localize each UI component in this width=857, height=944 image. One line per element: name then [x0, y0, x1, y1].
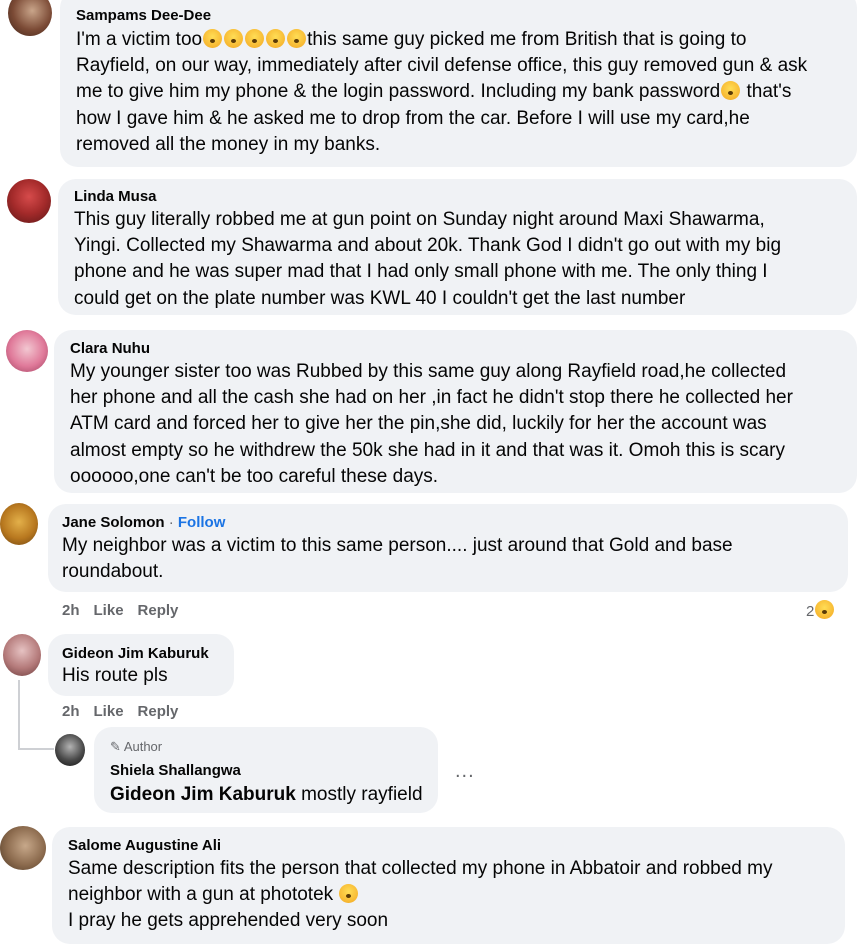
comment-text: This guy literally robbed me at gun poin…: [74, 207, 781, 312]
sad-emoji-icon: [721, 81, 741, 101]
comment-text-line: me to give him my phone & the login pass…: [76, 81, 721, 103]
follow-button[interactable]: Follow: [178, 514, 226, 531]
comment-text-line: how I gave him & he asked me to drop fro…: [76, 107, 750, 129]
comment-text-line: phone and he was super mad that I had on…: [74, 261, 768, 283]
more-options-icon[interactable]: ...: [455, 760, 475, 783]
crying-emoji-icon: [266, 29, 286, 48]
comment-text-line: almost empty so he withdrew the 50k she …: [70, 439, 785, 461]
sad-reaction-icon: [815, 600, 835, 619]
mention-link[interactable]: Gideon Jim Kaburuk: [110, 784, 296, 805]
comment-author-name[interactable]: Salome Augustine Ali: [68, 837, 221, 854]
avatar[interactable]: [55, 734, 85, 766]
reaction-summary[interactable]: 2: [806, 600, 835, 620]
comment-author-line: Jane Solomon · Follow: [62, 514, 225, 531]
pencil-icon: ✎: [110, 739, 121, 754]
comment-text-line: I pray he gets apprehended very soon: [68, 910, 389, 932]
comment-actions: 2h Like Reply: [62, 703, 192, 720]
crying-emoji-icon: [287, 29, 307, 48]
comment-text-line: My neighbor was a victim to this same pe…: [62, 535, 733, 556]
comment-text-line: oooooo,one can't be too careful these da…: [70, 465, 439, 487]
comment-text: I'm a victim too this same guy picked me …: [76, 27, 807, 158]
avatar[interactable]: [0, 826, 46, 870]
crying-emoji-icon: [245, 29, 265, 48]
crying-emoji-icon: [224, 29, 244, 48]
author-badge-label: Author: [123, 739, 163, 754]
comment-text-line: could get on the plate number was KWL 40…: [74, 287, 686, 309]
comment-text-line: mostly rayfield: [301, 784, 423, 805]
like-button[interactable]: Like: [94, 703, 124, 720]
comment-author-name[interactable]: Gideon Jim Kaburuk: [62, 645, 209, 662]
comment-text-line: this same guy picked me from British tha…: [307, 29, 747, 50]
avatar[interactable]: [0, 503, 38, 545]
comment-text-line: His route pls: [62, 665, 168, 686]
comment-author-name[interactable]: Shiela Shallangwa: [110, 762, 241, 779]
reply-thread-line: [18, 680, 20, 750]
author-badge: ✎ Author: [110, 739, 162, 755]
comment-actions: 2h Like Reply: [62, 602, 192, 619]
comment-text: His route pls: [62, 663, 168, 689]
comment-text-line: My younger sister too was Rubbed by this…: [70, 361, 787, 382]
comment-text: Gideon Jim Kaburuk mostly rayfield: [110, 782, 423, 808]
comment-text-line: Yingi. Collected my Shawarma and about 2…: [74, 235, 782, 257]
comment-text: My neighbor was a victim to this same pe…: [62, 533, 733, 585]
sad-emoji-icon: [339, 884, 359, 904]
reply-button[interactable]: Reply: [138, 602, 179, 619]
comment-text-line: removed all the money in my banks.: [76, 133, 381, 155]
comment-text: My younger sister too was Rubbed by this…: [70, 359, 793, 490]
comment-timestamp[interactable]: 2h: [62, 703, 80, 720]
comment-text-line: neighbor with a gun at phototek: [68, 884, 334, 906]
separator-dot: ·: [164, 514, 178, 531]
comment-text-line: Same description fits the person that co…: [68, 858, 773, 879]
comment-author-name[interactable]: Sampams Dee-Dee: [76, 7, 211, 24]
crying-emoji-icon: [203, 29, 223, 48]
comment-text-line: This guy literally robbed me at gun poin…: [74, 209, 765, 230]
avatar[interactable]: [3, 634, 41, 676]
comment-author-name[interactable]: Linda Musa: [74, 188, 157, 205]
avatar[interactable]: [7, 179, 51, 223]
avatar[interactable]: [8, 0, 52, 36]
reaction-count: 2: [806, 603, 815, 620]
comment-text-line: roundabout.: [62, 561, 164, 583]
reply-button[interactable]: Reply: [138, 703, 179, 720]
avatar[interactable]: [6, 330, 48, 372]
comment-text-line: I'm a victim too: [76, 29, 203, 50]
comment-text-line: ATM card and forced her to give her the …: [70, 413, 767, 435]
reply-thread-line: [18, 748, 54, 750]
comment-timestamp[interactable]: 2h: [62, 602, 80, 619]
comment-author-name[interactable]: Jane Solomon: [62, 514, 165, 531]
comment-text: Same description fits the person that co…: [68, 856, 772, 935]
comment-author-name[interactable]: Clara Nuhu: [70, 340, 150, 357]
comment-text-line: her phone and all the cash she had on he…: [70, 387, 793, 409]
like-button[interactable]: Like: [94, 602, 124, 619]
comment-text-line: that's: [746, 81, 792, 103]
comment-text-line: Rayfield, on our way, immediately after …: [76, 55, 808, 77]
